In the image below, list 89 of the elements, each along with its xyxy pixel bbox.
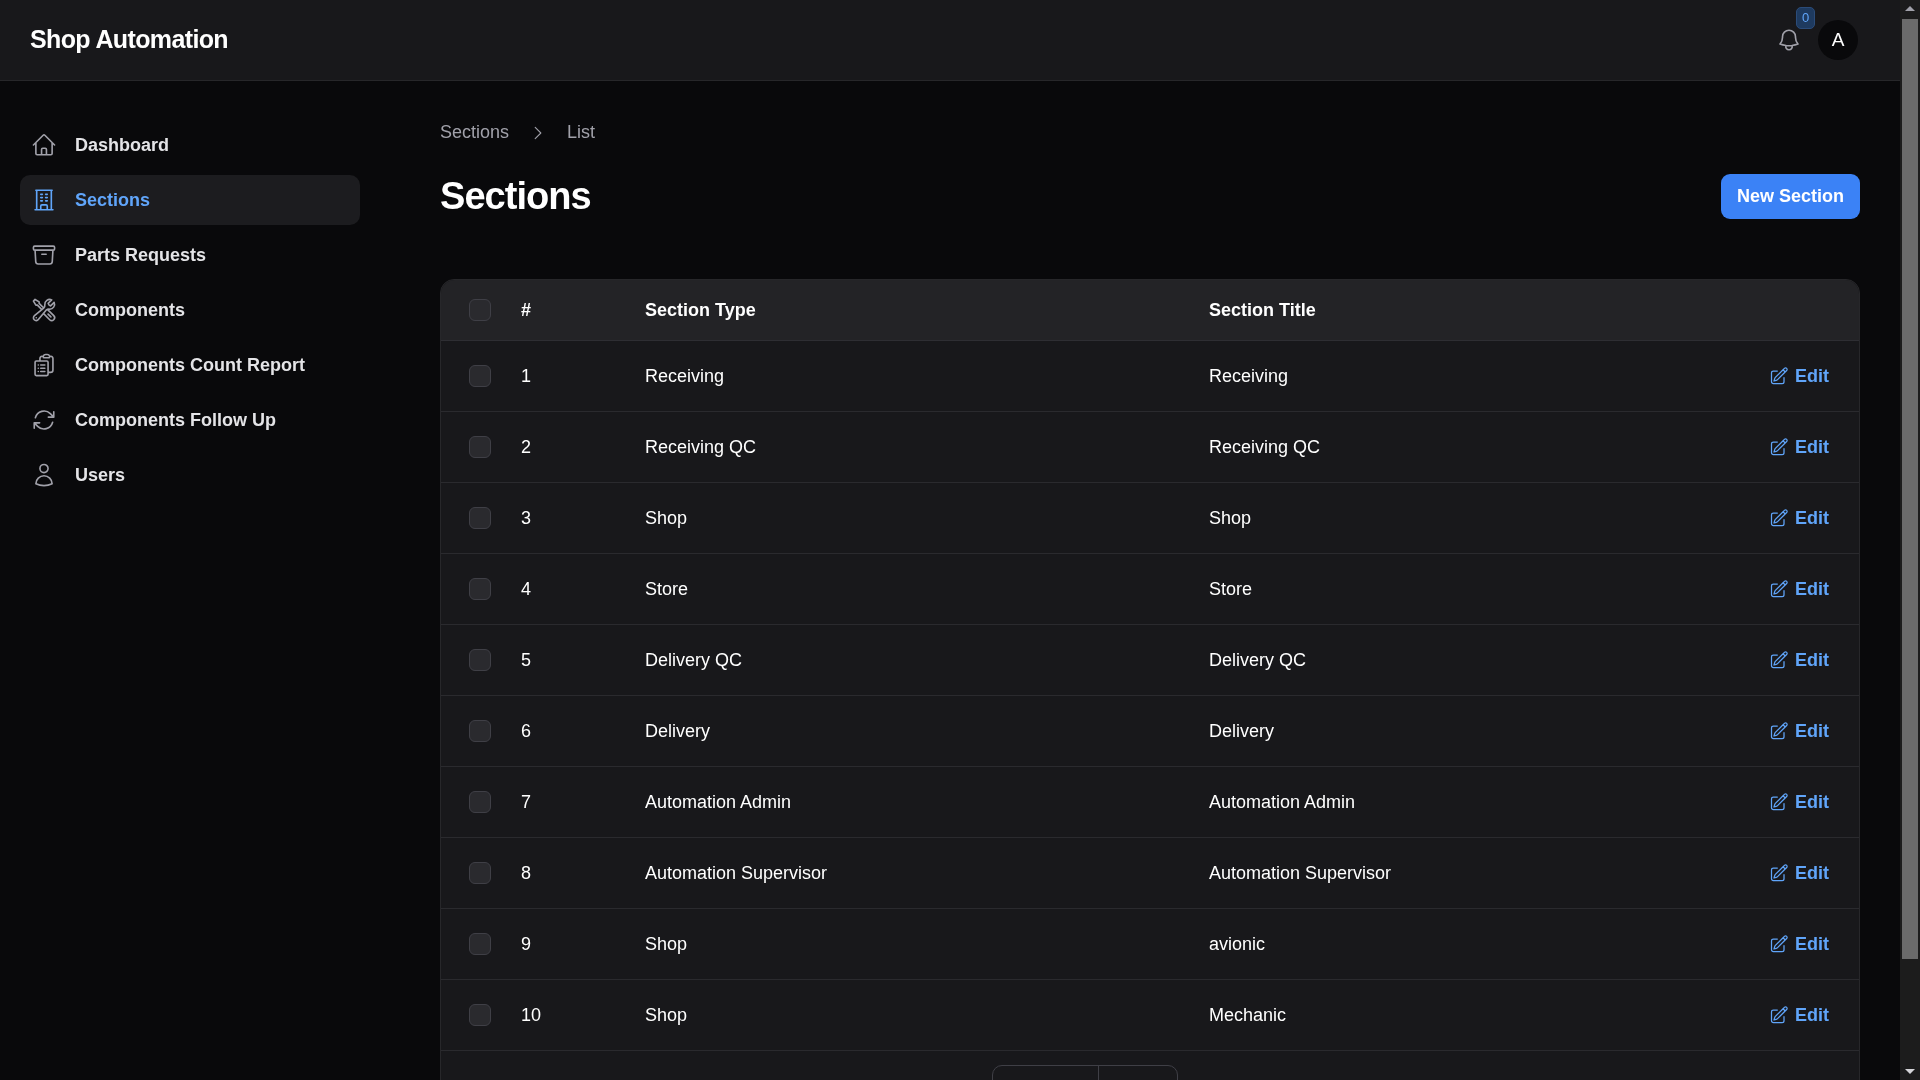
table-cell-text: 6 xyxy=(521,719,532,743)
edit-icon xyxy=(1769,721,1789,741)
checkbox[interactable] xyxy=(469,1004,491,1026)
building-icon xyxy=(31,187,57,213)
sidebar-item[interactable]: Sections xyxy=(20,175,360,225)
table-cell-text: Shop xyxy=(645,1003,689,1027)
sidebar-item[interactable]: Components Follow Up xyxy=(20,395,360,445)
edit-link[interactable]: Edit xyxy=(1769,1001,1829,1029)
table-cell-text: Mechanic xyxy=(1209,1003,1287,1027)
column-header: Section Title xyxy=(1209,298,1316,322)
table-cell-text: Receiving QC xyxy=(1209,435,1321,459)
column-header: # xyxy=(521,298,532,322)
app-title: Shop Automation xyxy=(30,24,228,56)
home-icon xyxy=(31,132,57,158)
archive-box-icon xyxy=(31,242,57,268)
table-cell-text: avionic xyxy=(1209,932,1266,956)
table-cell-text: Receiving xyxy=(1209,364,1289,388)
table-cell-text: Store xyxy=(645,577,690,601)
edit-link[interactable]: Edit xyxy=(1769,717,1829,745)
table-cell-text: 3 xyxy=(521,506,532,530)
edit-link[interactable]: Edit xyxy=(1769,930,1829,958)
refresh-icon xyxy=(31,407,57,433)
table-cell-text: Delivery QC xyxy=(645,648,743,672)
sidebar-item[interactable]: Users xyxy=(20,450,360,500)
table-cell-text: 9 xyxy=(521,932,532,956)
table-cell-text: Receiving xyxy=(645,364,726,388)
page-title: Sections xyxy=(440,174,591,219)
clipboard-list-icon xyxy=(31,352,57,378)
edit-icon xyxy=(1769,366,1789,386)
wrench-screwdriver-icon xyxy=(31,297,57,323)
scrollbar-thumb[interactable] xyxy=(1902,19,1918,959)
edit-link[interactable]: Edit xyxy=(1769,504,1829,532)
table-cell-text: Shop xyxy=(645,506,689,530)
checkbox[interactable] xyxy=(469,649,491,671)
table-cell-text: Receiving QC xyxy=(645,435,758,459)
edit-link[interactable]: Edit xyxy=(1769,575,1829,603)
table-cell-text: Automation Admin xyxy=(1209,790,1356,814)
table-cell-text: 5 xyxy=(521,648,532,672)
checkbox[interactable] xyxy=(469,862,491,884)
table-cell-text: Delivery xyxy=(645,719,711,743)
scroll-down-icon[interactable] xyxy=(1905,1069,1915,1074)
checkbox[interactable] xyxy=(469,720,491,742)
breadcrumb-link[interactable]: Sections xyxy=(440,119,510,146)
column-header: Section Type xyxy=(645,298,757,322)
table-cell-text: 2 xyxy=(521,435,532,459)
new-section-button[interactable]: New Section xyxy=(1720,174,1860,219)
notification-count: 0 xyxy=(1796,7,1816,29)
breadcrumb-link[interactable]: List xyxy=(567,119,596,146)
edit-link[interactable]: Edit xyxy=(1769,859,1829,887)
scrollbar[interactable] xyxy=(1900,0,1920,1080)
table-cell-text: Shop xyxy=(645,932,689,956)
checkbox[interactable] xyxy=(469,299,491,321)
table-cell-text: Delivery xyxy=(1209,719,1274,743)
checkbox[interactable] xyxy=(469,578,491,600)
edit-link[interactable]: Edit xyxy=(1769,788,1829,816)
edit-link[interactable]: Edit xyxy=(1769,433,1829,461)
edit-icon xyxy=(1769,508,1789,528)
table-cell-text: Shop xyxy=(1209,506,1252,530)
edit-icon xyxy=(1769,934,1789,954)
table-cell-text: Automation Supervisor xyxy=(645,861,829,885)
table-cell-text: Automation Admin xyxy=(645,790,793,814)
edit-icon xyxy=(1769,650,1789,670)
edit-link[interactable]: Edit xyxy=(1769,646,1829,674)
table-cell-text: Delivery QC xyxy=(1209,648,1306,672)
sidebar-item[interactable]: Dashboard xyxy=(20,120,360,170)
edit-icon xyxy=(1769,863,1789,883)
sidebar-item[interactable]: Components Count Report xyxy=(20,340,360,390)
sidebar-item[interactable]: Parts Requests xyxy=(20,230,360,280)
checkbox[interactable] xyxy=(469,791,491,813)
checkbox[interactable] xyxy=(469,507,491,529)
edit-icon xyxy=(1769,437,1789,457)
notification-bell-icon[interactable] xyxy=(1776,27,1802,53)
table-cell-text: Automation Supervisor xyxy=(1209,861,1392,885)
sidebar-item[interactable]: Components xyxy=(20,285,360,335)
table-cell-text: 10 xyxy=(521,1003,543,1027)
table-cell-text: 4 xyxy=(521,577,532,601)
checkbox[interactable] xyxy=(469,933,491,955)
edit-icon xyxy=(1769,1005,1789,1025)
edit-icon xyxy=(1769,579,1789,599)
table-cell-text: Store xyxy=(1209,577,1253,601)
user-avatar[interactable]: A xyxy=(1818,20,1858,60)
checkbox[interactable] xyxy=(469,436,491,458)
checkbox[interactable] xyxy=(469,365,491,387)
edit-link[interactable]: Edit xyxy=(1769,362,1829,390)
edit-icon xyxy=(1769,792,1789,812)
table-cell-text: 1 xyxy=(521,364,532,388)
scroll-up-icon[interactable] xyxy=(1905,6,1915,11)
table-cell-text: 8 xyxy=(521,861,532,885)
table-cell-text: 7 xyxy=(521,790,532,814)
